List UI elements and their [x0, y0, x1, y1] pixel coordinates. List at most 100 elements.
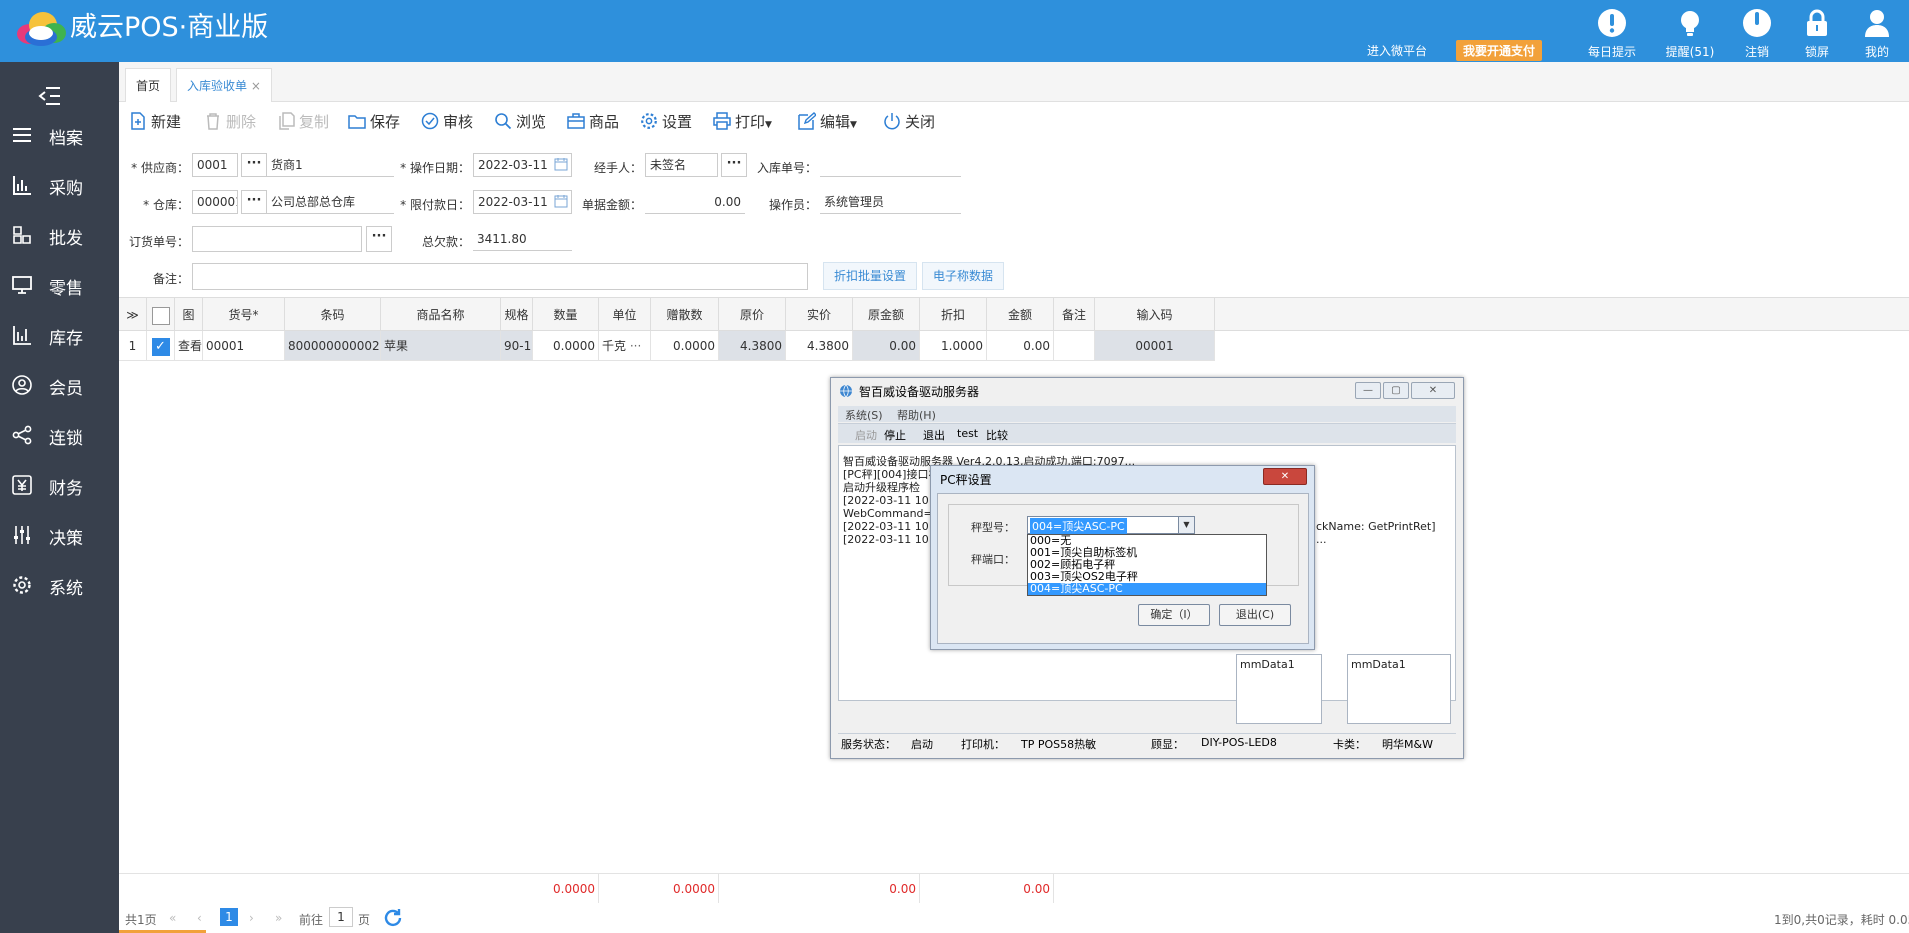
- edit-button[interactable]: 编辑▼: [798, 109, 857, 135]
- service-label: 服务状态：: [841, 738, 896, 751]
- print-button[interactable]: 打印▼: [713, 109, 772, 135]
- collapse-menu-icon[interactable]: [38, 86, 62, 106]
- scale-model-dropdown-list[interactable]: 000=无 001=顶尖自助标签机 002=顾拓电子秤 003=顶尖OS2电子秤…: [1027, 534, 1267, 596]
- cancel-button[interactable]: 退出(C): [1219, 604, 1291, 626]
- supplier-name-field[interactable]: 货商1: [267, 153, 394, 177]
- cell-remark[interactable]: [1054, 331, 1095, 361]
- remark-input[interactable]: [192, 263, 808, 290]
- unit-more-icon[interactable]: ···: [630, 339, 641, 353]
- tab-home[interactable]: 首页: [125, 68, 172, 102]
- open-payment-button[interactable]: 我要开通支付: [1456, 40, 1543, 61]
- view-picture-link[interactable]: 查看: [175, 331, 203, 361]
- menu-system[interactable]: 系统(S): [845, 407, 883, 423]
- minimize-button[interactable]: —: [1355, 382, 1381, 399]
- reminder-button[interactable]: 提醒(51): [1660, 7, 1720, 60]
- warehouse-name-field[interactable]: 公司总部总仓库: [267, 190, 394, 214]
- calendar-icon[interactable]: [554, 194, 568, 208]
- maximize-button[interactable]: ▢: [1383, 382, 1409, 399]
- mine-button[interactable]: 我的: [1847, 7, 1907, 60]
- start-button[interactable]: 启动: [855, 427, 877, 443]
- memo-1-text: mmData1: [1240, 658, 1295, 671]
- copy-button[interactable]: 复制: [277, 109, 329, 135]
- save-button[interactable]: 保存: [348, 109, 400, 135]
- chevron-down-icon[interactable]: ▼: [1178, 517, 1194, 533]
- cell-price[interactable]: 4.3800: [786, 331, 853, 361]
- settings-button[interactable]: 设置: [640, 109, 692, 135]
- lock-screen-button[interactable]: 锁屏: [1787, 7, 1847, 60]
- handler-input[interactable]: 未签名: [645, 153, 718, 177]
- memo-box-2[interactable]: mmData1: [1347, 654, 1451, 724]
- sidebar-item-wholesale[interactable]: 批发: [0, 213, 119, 257]
- cell-unit[interactable]: 千克 ···: [599, 331, 651, 361]
- menu-help[interactable]: 帮助(H): [897, 407, 936, 423]
- goods-button[interactable]: 商品: [567, 109, 619, 135]
- sidebar-item-inventory[interactable]: 库存: [0, 313, 119, 357]
- dialog-close-button[interactable]: ✕: [1263, 468, 1307, 485]
- ok-button[interactable]: 确定（I）: [1138, 604, 1210, 626]
- col-header-pic: 图: [175, 297, 203, 331]
- cell-amount[interactable]: 0.00: [987, 331, 1054, 361]
- next-page-icon[interactable]: ›: [249, 911, 254, 925]
- log-line: 启动升级程序检: [843, 481, 920, 494]
- share-icon: [12, 425, 32, 445]
- inbound-no-field[interactable]: [820, 153, 961, 177]
- select-all-checkbox[interactable]: [147, 297, 175, 331]
- footer-orig-amount: 0.00: [853, 873, 920, 903]
- sidebar-item-decision[interactable]: 决策: [0, 513, 119, 557]
- enter-platform-link[interactable]: 进入微平台: [1367, 42, 1427, 59]
- first-page-icon[interactable]: «: [169, 911, 176, 925]
- gear-icon: [641, 113, 657, 129]
- expand-columns-icon[interactable]: ≫: [119, 297, 147, 331]
- sidebar-item-finance[interactable]: 财务: [0, 463, 119, 507]
- sidebar-item-purchase[interactable]: 采购: [0, 163, 119, 207]
- warehouse-code-input[interactable]: 000001: [192, 190, 238, 214]
- supplier-code-input[interactable]: 0001: [192, 153, 238, 177]
- operator-field: 系统管理员: [820, 190, 961, 214]
- compare-button[interactable]: 比较: [986, 427, 1008, 443]
- sidebar-item-member[interactable]: 会员: [0, 363, 119, 407]
- tab-inbound-receipt[interactable]: 入库验收单 ×: [176, 68, 272, 102]
- printer-icon: [713, 112, 731, 130]
- cell-gift[interactable]: 0.0000: [651, 331, 719, 361]
- memo-box-1[interactable]: mmData1: [1236, 654, 1322, 724]
- option-item-selected[interactable]: 004=顶尖ASC-PC: [1028, 583, 1266, 595]
- handler-more-button[interactable]: ···: [721, 153, 747, 177]
- warehouse-more-button[interactable]: ···: [241, 190, 267, 214]
- logout-button[interactable]: 注销: [1727, 7, 1787, 60]
- cell-qty[interactable]: 0.0000: [533, 331, 599, 361]
- sidebar-item-chain[interactable]: 连锁: [0, 413, 119, 457]
- review-button[interactable]: 审核: [421, 109, 473, 135]
- sidebar-item-retail[interactable]: 零售: [0, 263, 119, 307]
- daily-tip-button[interactable]: 每日提示: [1582, 7, 1642, 60]
- stop-button[interactable]: 停止: [884, 427, 906, 443]
- order-no-input[interactable]: [192, 226, 362, 252]
- goto-page-input[interactable]: 1: [329, 907, 353, 927]
- current-page[interactable]: 1: [220, 908, 238, 926]
- cell-discount[interactable]: 1.0000: [920, 331, 987, 361]
- row-checkbox[interactable]: ✓: [147, 331, 175, 361]
- new-button[interactable]: 新建: [129, 109, 181, 135]
- test-button[interactable]: test: [957, 427, 978, 440]
- scale-model-select[interactable]: 004=顶尖ASC-PC ▼: [1027, 516, 1195, 534]
- tab-close-icon[interactable]: ×: [251, 79, 261, 93]
- discount-batch-button[interactable]: 折扣批量设置: [823, 262, 918, 290]
- scale-settings-dialog: PC秤设置 ✕ 秤型号： 004=顶尖ASC-PC ▼ 秤端口： 000=无 0…: [930, 465, 1315, 650]
- supplier-more-button[interactable]: ···: [241, 153, 267, 177]
- sidebar-item-archive[interactable]: 档案: [0, 113, 119, 157]
- exit-button[interactable]: 退出: [923, 427, 945, 443]
- sidebar-item-label: 连锁: [49, 429, 83, 449]
- scale-data-button[interactable]: 电子称数据: [922, 262, 1005, 290]
- window-close-button[interactable]: ✕: [1411, 382, 1455, 399]
- prev-page-icon[interactable]: ‹: [197, 911, 202, 925]
- col-header-item-no: 货号*: [203, 297, 285, 331]
- order-no-more-button[interactable]: ···: [366, 226, 392, 252]
- sidebar-item-system[interactable]: 系统: [0, 563, 119, 607]
- copy-label: 复制: [299, 113, 330, 131]
- browse-button[interactable]: 浏览: [494, 109, 546, 135]
- refresh-icon[interactable]: [382, 907, 404, 929]
- close-button[interactable]: 关闭: [883, 109, 935, 135]
- cell-item-no[interactable]: 00001: [203, 331, 285, 361]
- last-page-icon[interactable]: »: [275, 911, 282, 925]
- calendar-icon[interactable]: [554, 157, 568, 171]
- delete-button[interactable]: 删除: [204, 109, 256, 135]
